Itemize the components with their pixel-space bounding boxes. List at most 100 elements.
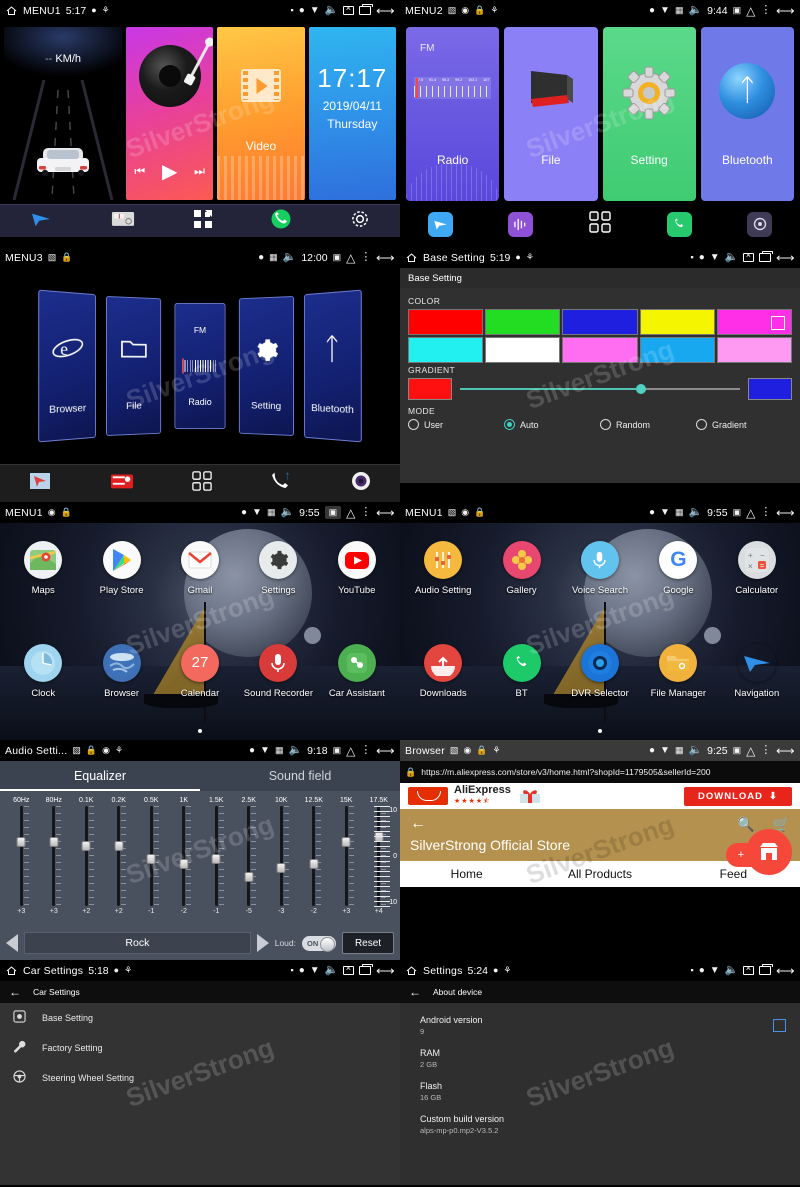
tab-sound-field[interactable]: Sound field — [200, 761, 400, 791]
phone-icon[interactable] — [666, 211, 692, 237]
volume-icon[interactable]: 🔈 — [688, 5, 702, 16]
color-swatch[interactable] — [562, 337, 638, 363]
eq-band[interactable]: 1K -2 — [168, 797, 201, 915]
color-swatch[interactable] — [562, 309, 638, 335]
dvr-icon[interactable] — [747, 211, 773, 237]
card-setting[interactable]: Setting — [238, 296, 295, 436]
mode-option-user[interactable]: User — [408, 419, 504, 430]
color-swatch[interactable] — [639, 309, 715, 335]
store-tab-all-products[interactable]: All Products — [533, 867, 666, 881]
gradient-slider-knob[interactable] — [636, 384, 647, 394]
overflow-menu-icon[interactable]: ⋮ — [360, 745, 371, 756]
back-arrow-icon[interactable]: ← — [409, 985, 421, 999]
mode-option-gradient[interactable]: Gradient — [696, 419, 792, 430]
volume-icon[interactable]: 🔈 — [688, 745, 702, 756]
eq-band[interactable]: 12.5K -2 — [298, 797, 331, 915]
back-icon[interactable]: ⟷ — [776, 3, 795, 18]
color-swatch[interactable] — [408, 309, 484, 335]
eq-band-knob[interactable] — [49, 836, 59, 847]
radio-icon[interactable] — [504, 419, 515, 430]
app-voice-search[interactable]: Voice Search — [561, 535, 639, 638]
tab-equalizer[interactable]: Equalizer — [0, 761, 200, 791]
prev-preset-button[interactable] — [6, 934, 18, 952]
eq-band-slider[interactable] — [309, 806, 322, 906]
tile-radio[interactable]: FM 87.5 91.4 95.3 99.2 103.1 107 Radio — [406, 27, 500, 201]
home-icon[interactable] — [5, 5, 18, 17]
card-bluetooth[interactable]: ᛏ Bluetooth — [304, 289, 362, 443]
equalizer-icon[interactable] — [508, 211, 534, 237]
volume-icon[interactable]: 🔈 — [725, 965, 739, 976]
color-swatch[interactable] — [716, 337, 793, 363]
eq-band-slider[interactable] — [276, 806, 289, 906]
play-button[interactable]: ▶ — [162, 159, 177, 184]
video-tile[interactable]: Video — [217, 27, 305, 200]
camera-icon[interactable]: ▣ — [733, 746, 742, 755]
app-sound-recorder[interactable]: Sound Recorder — [239, 638, 317, 741]
list-item-android-version[interactable]: Android version 9 — [420, 1015, 780, 1036]
camera-icon[interactable]: ▣ — [733, 508, 742, 517]
app-dvr-selector[interactable]: DVR Selector — [561, 638, 639, 741]
prev-button[interactable]: ⏮ — [134, 164, 145, 179]
app-file-manager[interactable]: File Manager — [639, 638, 717, 741]
eq-band-knob[interactable] — [309, 858, 319, 869]
apps-icon[interactable] — [192, 471, 212, 496]
eq-band[interactable]: 0.2K +2 — [103, 797, 136, 915]
phone-bt-icon[interactable]: ᛏ — [270, 471, 292, 496]
eq-band-slider[interactable] — [211, 806, 224, 906]
back-icon[interactable]: ⟷ — [776, 250, 795, 265]
app-maps[interactable]: Maps — [4, 535, 82, 638]
close-icon[interactable] — [743, 964, 755, 975]
list-item-steering-wheel-setting[interactable]: Steering Wheel Setting — [0, 1063, 400, 1093]
search-icon[interactable]: 🔍 — [737, 816, 754, 833]
home-icon[interactable]: △ — [346, 745, 355, 757]
eq-band-slider[interactable] — [146, 806, 159, 906]
eq-band[interactable]: 0.5K -1 — [135, 797, 168, 915]
page-info-icon[interactable]: 🔒 — [405, 767, 416, 777]
eq-band-slider[interactable] — [81, 806, 94, 906]
camera-icon[interactable]: ▣ — [333, 746, 342, 755]
volume-icon[interactable]: 🔈 — [283, 252, 297, 263]
tile-bluetooth[interactable]: ᛏ Bluetooth — [700, 27, 794, 201]
radio-icon[interactable] — [600, 419, 611, 430]
clock-tile[interactable]: 17:17 2019/04/11 Thursday — [308, 27, 396, 200]
card-file[interactable]: File — [105, 296, 162, 436]
app-calendar[interactable]: 27 Calendar — [161, 638, 239, 741]
eq-band-knob[interactable] — [16, 836, 26, 847]
eq-band-slider[interactable] — [16, 806, 29, 906]
app-downloads[interactable]: Downloads — [404, 638, 482, 741]
color-swatch[interactable] — [485, 309, 561, 335]
app-browser[interactable]: Browser — [82, 638, 160, 741]
app-google[interactable]: G Google — [639, 535, 717, 638]
eq-band[interactable]: 2.5K -5 — [233, 797, 266, 915]
home-icon[interactable]: △ — [346, 507, 355, 519]
list-item-ram[interactable]: RAM 2 GB — [420, 1048, 780, 1069]
app-gallery[interactable]: Gallery — [482, 535, 560, 638]
volume-icon[interactable]: 🔈 — [688, 507, 702, 518]
close-icon[interactable] — [743, 251, 755, 262]
volume-icon[interactable]: 🔈 — [288, 745, 302, 756]
app-play-store[interactable]: Play Store — [82, 535, 160, 638]
recents-icon[interactable] — [759, 251, 774, 262]
music-tile[interactable]: ⏮ ▶ ⏭ — [126, 27, 214, 200]
close-icon[interactable] — [343, 964, 355, 975]
eq-band[interactable]: 80Hz +3 — [38, 797, 71, 915]
overflow-menu-icon[interactable]: ⋮ — [760, 5, 771, 16]
url-bar[interactable]: 🔒 https://m.aliexpress.com/store/v3/home… — [400, 761, 800, 783]
volume-icon[interactable]: 🔈 — [280, 507, 294, 518]
preset-display[interactable]: Rock — [24, 932, 251, 954]
recents-icon[interactable] — [359, 964, 374, 975]
home-icon[interactable]: △ — [746, 745, 755, 757]
camera-icon[interactable]: ▣ — [324, 506, 342, 519]
gradient-end-swatch[interactable] — [748, 378, 792, 400]
home-icon[interactable]: △ — [746, 5, 755, 17]
back-icon[interactable]: ⟷ — [776, 963, 795, 978]
home-icon[interactable]: △ — [746, 507, 755, 519]
loud-toggle[interactable]: ON — [302, 935, 336, 952]
navigation-icon[interactable] — [30, 210, 52, 233]
overflow-menu-icon[interactable]: ⋮ — [760, 745, 771, 756]
mode-option-auto[interactable]: Auto — [504, 419, 600, 430]
download-button[interactable]: DOWNLOAD ⬇ — [684, 786, 792, 806]
eq-band[interactable]: 10K -3 — [265, 797, 298, 915]
settings-icon[interactable] — [350, 209, 370, 234]
url-text[interactable]: https://m.aliexpress.com/store/v3/home.h… — [421, 767, 710, 777]
